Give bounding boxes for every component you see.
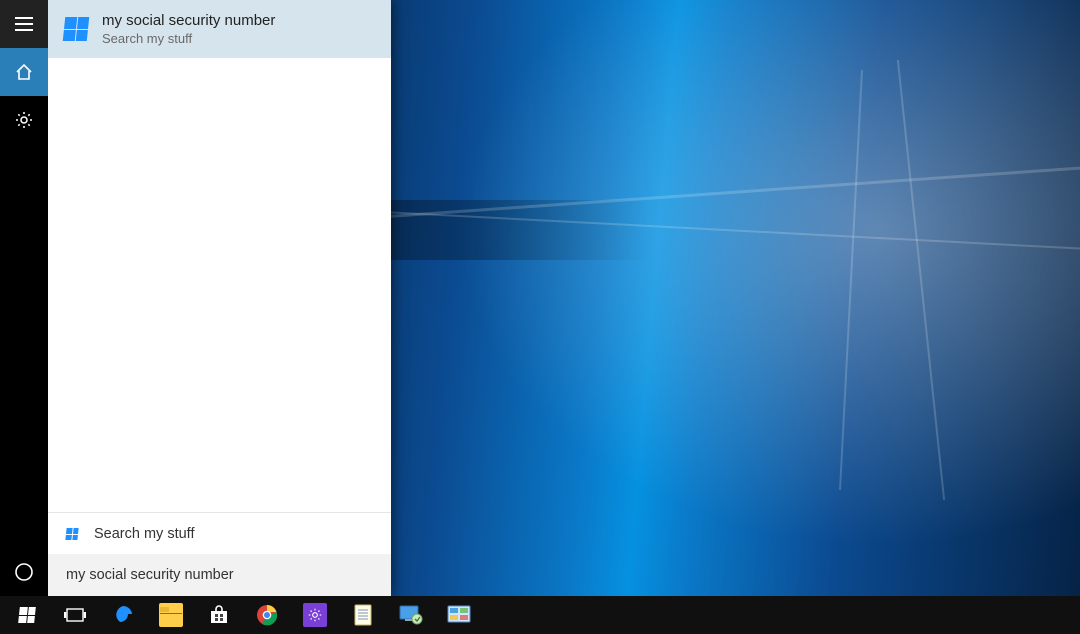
control-panel-icon: [447, 603, 471, 627]
windows-logo-icon: [64, 17, 88, 41]
search-result-title: my social security number: [102, 12, 275, 29]
rail-hamburger-button[interactable]: [0, 0, 48, 48]
rail-cortana-button[interactable]: [0, 548, 48, 596]
search-result-subtitle: Search my stuff: [102, 31, 275, 46]
home-icon: [15, 63, 33, 81]
cortana-rail: [0, 0, 48, 596]
windows-logo-icon: [19, 607, 35, 623]
taskbar-app-chrome[interactable]: [244, 596, 290, 634]
rail-home-button[interactable]: [0, 48, 48, 96]
edge-icon: [111, 603, 135, 627]
cortana-panel: my social security number Search my stuf…: [48, 0, 391, 596]
taskbar-app-edge[interactable]: [100, 596, 146, 634]
gear-icon: [15, 111, 33, 129]
notepad-icon: [351, 603, 375, 627]
taskbar: [0, 596, 1080, 634]
cortana-circle-icon: [14, 562, 34, 582]
rail-settings-button[interactable]: [0, 96, 48, 144]
task-view-button[interactable]: [52, 596, 98, 634]
folder-icon: [159, 603, 183, 627]
cortana-search-flyout: my social security number Search my stuf…: [0, 0, 391, 596]
taskbar-app-notepad[interactable]: [340, 596, 386, 634]
store-icon: [207, 603, 231, 627]
search-input-row: [48, 554, 391, 596]
taskbar-app-control-panel[interactable]: [436, 596, 482, 634]
start-button[interactable]: [4, 596, 50, 634]
task-view-icon: [64, 607, 86, 623]
results-empty-area: [48, 58, 391, 512]
hamburger-icon: [15, 17, 33, 31]
search-my-stuff-label: Search my stuff: [94, 526, 194, 542]
search-input[interactable]: [66, 567, 373, 583]
taskbar-app-file-explorer[interactable]: [148, 596, 194, 634]
monitor-icon: [399, 603, 423, 627]
windows-logo-icon: [66, 528, 78, 540]
taskbar-app-remote-desktop[interactable]: [388, 596, 434, 634]
search-my-stuff-button[interactable]: Search my stuff: [48, 512, 391, 554]
taskbar-app-store[interactable]: [196, 596, 242, 634]
chrome-icon: [255, 603, 279, 627]
taskbar-app-settings[interactable]: [292, 596, 338, 634]
settings-app-icon: [303, 603, 327, 627]
search-result-item[interactable]: my social security number Search my stuf…: [48, 0, 391, 58]
